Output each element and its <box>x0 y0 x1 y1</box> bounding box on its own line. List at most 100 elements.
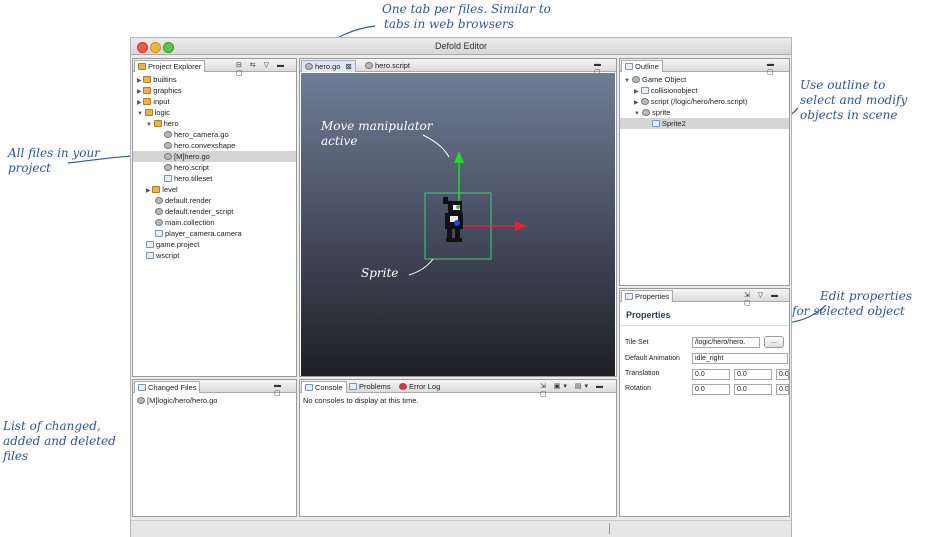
outline-item-script[interactable]: ▶ script (/logic/hero/hero.script) <box>620 96 789 107</box>
tree-item-label: hero.script <box>174 163 210 172</box>
tab-hero-script[interactable]: hero.script <box>362 60 413 72</box>
outline-item-sprite2[interactable]: Sprite2 <box>620 118 789 129</box>
window-title: Defold Editor <box>434 41 488 51</box>
folder-icon <box>143 87 152 94</box>
tab-error-log-label: Error Log <box>409 382 441 391</box>
tree-item-label: default.render <box>165 196 212 205</box>
changed-files-controls[interactable]: ▬ ▢ <box>274 382 296 397</box>
tree-file[interactable]: hero.convexshape <box>133 140 296 151</box>
outline-item-label: sprite <box>652 108 671 117</box>
tree-file[interactable]: main.collection <box>133 217 296 228</box>
tree-folder[interactable]: ▶ graphics <box>133 85 296 96</box>
tab-console[interactable]: Console <box>301 381 347 393</box>
tree-file[interactable]: default.render <box>133 195 296 206</box>
tab-problems[interactable]: Problems <box>346 381 394 393</box>
rotation-label: Rotation <box>625 385 652 392</box>
outline-item-game-object[interactable]: ▼ Game Object <box>620 74 789 85</box>
outline-item-collisionobject[interactable]: ▶ collisionobject <box>620 85 789 96</box>
console-controls[interactable]: ⇲ ▣▾ ▤▾ ▬ ▢ <box>540 382 616 398</box>
editor-tabbar: hero.go ⊠ hero.script ▬ ▢ <box>300 59 616 76</box>
status-bar <box>131 520 791 537</box>
tree-file[interactable]: wscript <box>133 250 296 261</box>
tree-item-label: hero.tilleset <box>174 174 213 183</box>
tab-properties[interactable]: Properties <box>621 290 674 302</box>
expand-icon[interactable]: ▶ <box>634 100 639 106</box>
file-icon <box>155 208 163 215</box>
project-explorer-tabbar: Project Explorer ⊟ ⇆ ▽ ▬ ▢ <box>133 59 296 77</box>
tab-problems-label: Problems <box>359 382 391 391</box>
default-animation-field[interactable]: idle_right <box>692 353 788 364</box>
properties-tabbar: Properties ⇲ ▽ ▬ ▢ <box>620 289 789 307</box>
tree-folder[interactable]: ▶ level <box>133 184 296 195</box>
tree-file[interactable]: [M]hero.go <box>133 151 296 162</box>
console-panel: Console Problems Error Log ⇲ ▣▾ ▤▾ ▬ ▢ N… <box>299 379 617 517</box>
tree-item-label: hero <box>163 119 179 128</box>
status-bar-divider <box>609 523 610 534</box>
file-icon <box>164 131 172 138</box>
tab-error-log[interactable]: Error Log <box>396 381 443 393</box>
translation-x-field[interactable]: 0.0 <box>692 369 730 380</box>
file-icon <box>155 197 163 204</box>
translation-y-field[interactable]: 0.0 <box>734 369 772 380</box>
tab-outline-label: Outline <box>635 62 659 71</box>
file-icon <box>164 153 172 160</box>
outline-item-label: script (/logic/hero/hero.script) <box>650 97 748 106</box>
tree-item-label: builtins <box>153 75 177 84</box>
expand-icon[interactable]: ▼ <box>624 78 630 84</box>
tab-outline[interactable]: Outline <box>621 60 663 72</box>
tree-item-label: [M]hero.go <box>174 152 210 161</box>
tree-file[interactable]: hero.tilleset <box>133 173 296 184</box>
tab-changed-files-label: Changed Files <box>148 383 197 392</box>
game-object-icon <box>632 76 641 83</box>
tree-folder[interactable]: ▶ input <box>133 96 296 107</box>
outline-item-label: collisionobject <box>650 86 698 95</box>
tree-folder[interactable]: ▼ logic <box>133 107 296 118</box>
file-icon <box>164 175 172 182</box>
outline-tree: ▼ Game Object ▶ collisionobject ▶ script… <box>620 74 789 129</box>
file-icon <box>164 142 172 149</box>
outline-item-sprite[interactable]: ▼ sprite <box>620 107 789 118</box>
file-icon <box>155 230 163 237</box>
list-item[interactable]: [M]logic/hero/hero.go <box>137 395 217 406</box>
tree-file[interactable]: game.project <box>133 239 296 250</box>
tree-file[interactable]: hero.script <box>133 162 296 173</box>
tab-properties-label: Properties <box>635 292 670 301</box>
translation-z-field[interactable]: 0.0 <box>776 369 789 380</box>
collapse-icon[interactable]: ▼ <box>137 111 145 117</box>
tab-changed-files[interactable]: Changed Files <box>134 381 201 393</box>
tree-file[interactable]: default.render_script <box>133 206 296 217</box>
outline-panel: Outline ▬ ▢ ▼ Game Object ▶ collisionobj… <box>619 58 790 286</box>
folder-icon <box>153 120 162 127</box>
rotation-x-field[interactable]: 0.0 <box>692 384 730 395</box>
rotation-y-field[interactable]: 0.0 <box>734 384 772 395</box>
expand-icon[interactable]: ▼ <box>634 111 640 117</box>
properties-controls[interactable]: ⇲ ▽ ▬ ▢ <box>744 291 789 307</box>
game-object-icon <box>137 397 145 404</box>
scene-annotation-leaders <box>408 134 450 276</box>
title-bar: Defold Editor <box>131 38 791 55</box>
scene-view[interactable]: Move manipulator active Sprite <box>301 73 615 376</box>
changed-files-icon <box>138 384 146 391</box>
console-icon <box>305 384 313 391</box>
tab-hero-go[interactable]: hero.go ⊠ <box>301 60 356 72</box>
tile-set-field[interactable]: /logic/hero/hero. <box>692 337 760 348</box>
outline-icon <box>625 63 633 70</box>
file-icon <box>146 252 154 259</box>
tree-folder[interactable]: ▶ builtins <box>133 74 296 85</box>
tree-item-label: default.render_script <box>165 207 234 216</box>
collapse-icon[interactable]: ▼ <box>146 122 154 128</box>
folder-icon <box>143 98 152 105</box>
tile-set-browse-button[interactable]: ... <box>764 336 784 348</box>
rotation-z-field[interactable]: 0.0 <box>776 384 789 395</box>
tree-item-label: hero.convexshape <box>174 141 236 150</box>
tree-folder[interactable]: ▼ hero <box>133 118 296 129</box>
tab-hero-go-label: hero.go <box>315 62 341 71</box>
expand-icon[interactable]: ▶ <box>634 89 639 95</box>
problems-icon <box>349 383 357 390</box>
tree-file[interactable]: hero_camera.go <box>133 129 296 140</box>
tree-item-label: hero_camera.go <box>174 130 229 139</box>
project-tree: ▶ builtins ▶ graphics ▶ input ▼ logic ▼ hero… <box>133 74 296 261</box>
tree-file[interactable]: player_camera.camera <box>133 228 296 239</box>
close-tab-icon[interactable]: ⊠ <box>346 62 352 71</box>
tab-project-explorer[interactable]: Project Explorer <box>134 60 206 72</box>
